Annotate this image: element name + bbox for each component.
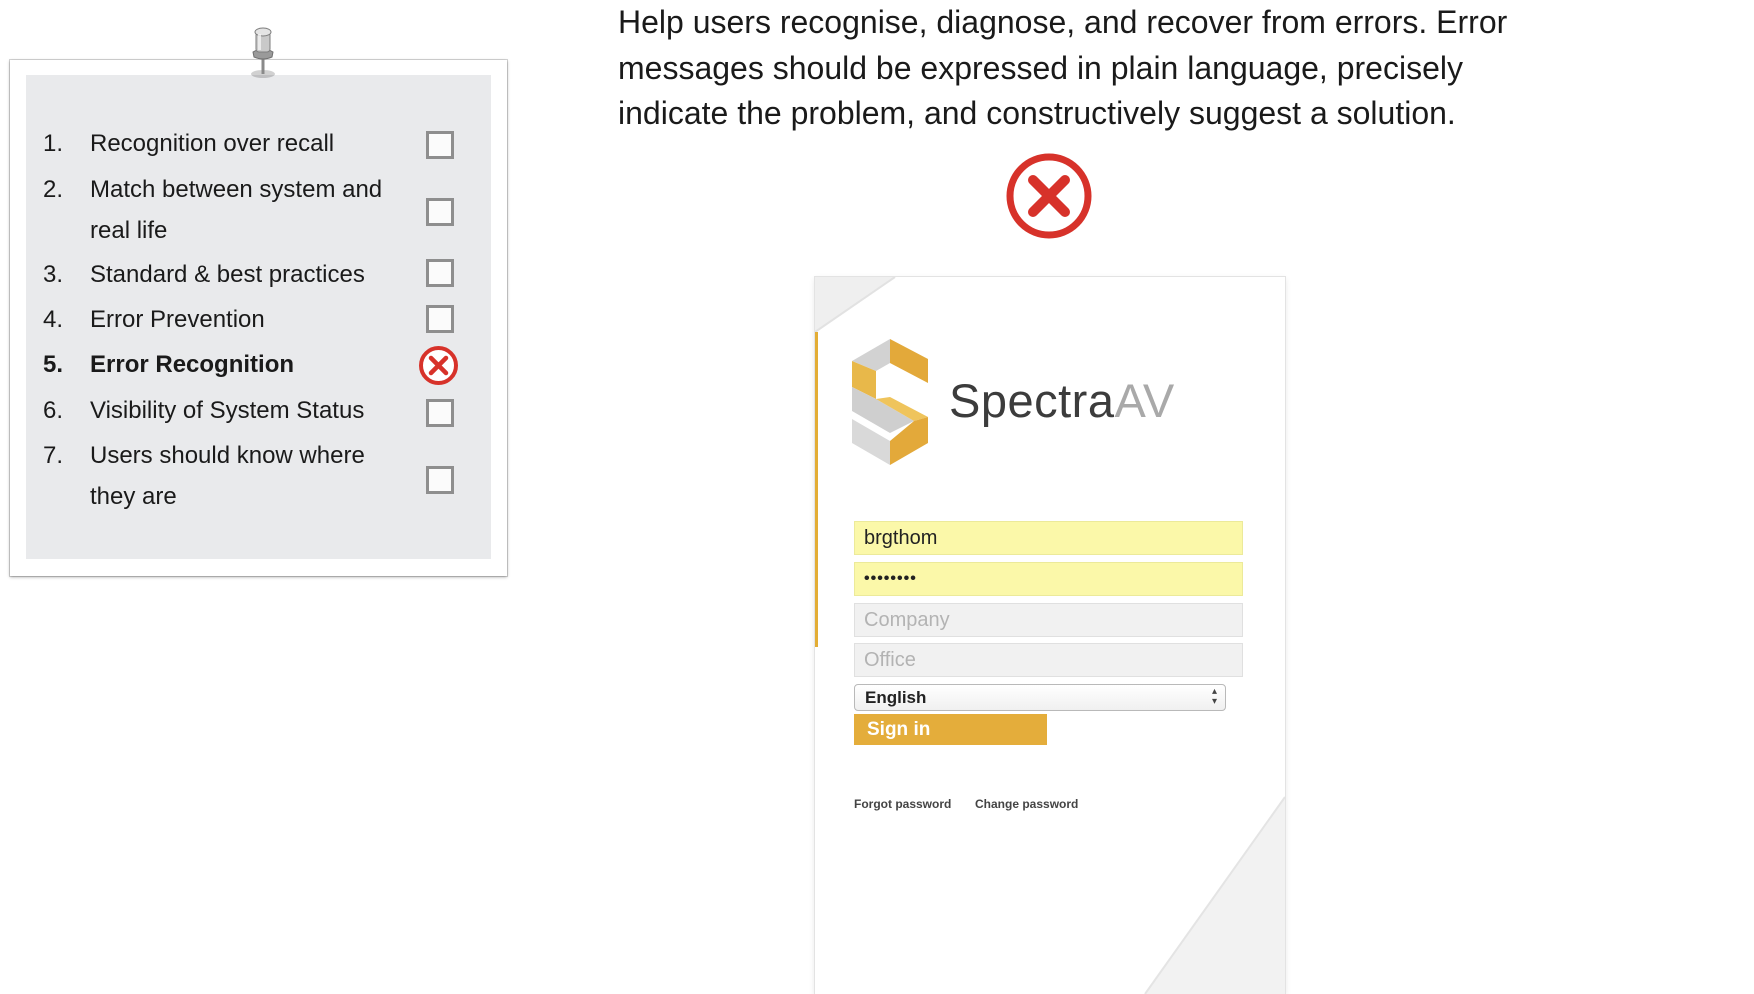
error-x-icon	[419, 346, 458, 385]
item-number: 4.	[43, 306, 64, 333]
item-label: Users should know where they are	[90, 442, 365, 510]
checkbox[interactable]	[426, 259, 454, 287]
item-number: 2.	[43, 176, 64, 203]
item-number: 3.	[43, 261, 64, 288]
item-label: Standard & best practices	[90, 261, 365, 288]
brand-main: Spectra	[949, 374, 1115, 427]
language-value: English	[865, 688, 927, 707]
item-number: 5.	[43, 351, 64, 378]
item-label: Visibility of System Status	[90, 397, 365, 424]
item-number: 6.	[43, 397, 64, 424]
checkbox[interactable]	[426, 466, 454, 494]
username-field[interactable]: brgthom	[854, 521, 1243, 555]
checkbox[interactable]	[426, 131, 454, 159]
sign-in-button[interactable]: Sign in	[854, 714, 1047, 745]
item-number: 1.	[43, 130, 64, 157]
brand-name: SpectraAV	[949, 373, 1175, 428]
change-password-link[interactable]: Change password	[975, 797, 1078, 811]
item-label: Error Recognition	[90, 351, 295, 378]
spectra-logo-icon	[852, 339, 928, 465]
accent-stripe	[815, 332, 818, 647]
checkbox[interactable]	[426, 198, 454, 226]
pushpin-icon	[251, 27, 275, 78]
error-x-icon	[1006, 153, 1092, 239]
login-screenshot: SpectraAV brgthom •••••••• Company Offic…	[815, 277, 1285, 994]
item-number: 7.	[43, 442, 64, 469]
checkbox[interactable]	[426, 399, 454, 427]
brand-suffix: AV	[1114, 374, 1175, 427]
item-label: Match between system and real life	[90, 176, 383, 244]
item-label: Error Prevention	[90, 306, 265, 333]
office-field[interactable]: Office	[854, 643, 1243, 677]
item-label: Recognition over recall	[90, 130, 335, 157]
company-field[interactable]: Company	[854, 603, 1243, 637]
select-arrows-icon: ▴ ▾	[1211, 686, 1217, 707]
checkbox[interactable]	[426, 305, 454, 333]
language-select[interactable]: English ▴ ▾	[854, 684, 1226, 711]
heuristic-description: Help users recognise, diagnose, and reco…	[618, 4, 1508, 131]
forgot-password-link[interactable]: Forgot password	[854, 797, 951, 811]
password-field[interactable]: ••••••••	[854, 562, 1243, 596]
